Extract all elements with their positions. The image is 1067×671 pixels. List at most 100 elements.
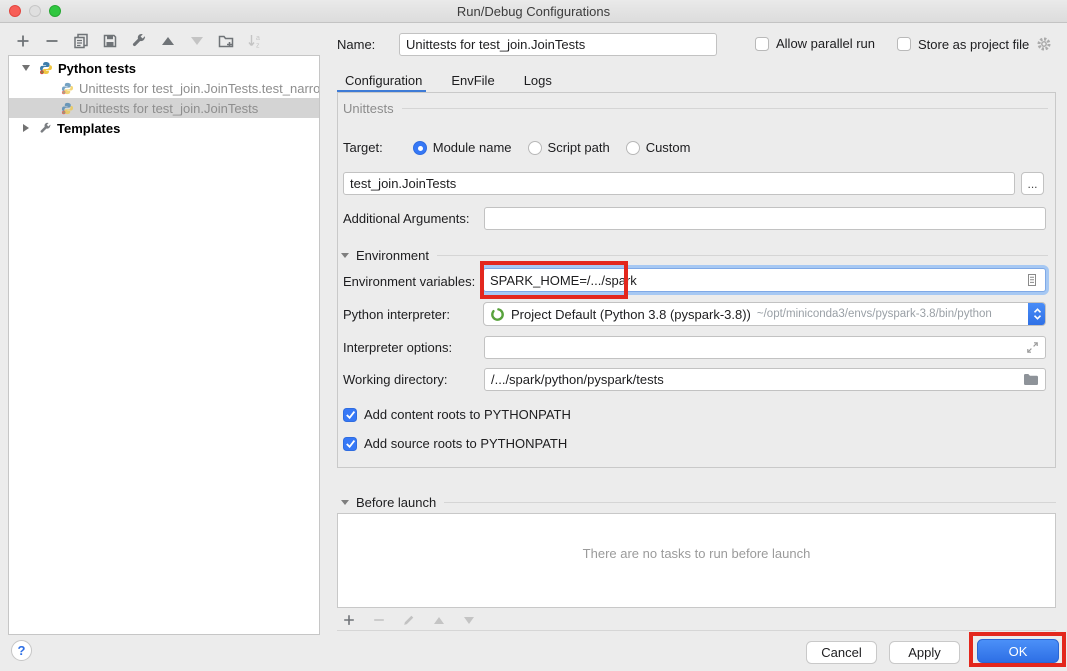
radio-label: Custom [646, 140, 691, 155]
checkbox-checked-icon[interactable] [343, 437, 357, 451]
radio-label: Module name [433, 140, 512, 155]
configurations-toolbar: az [14, 31, 264, 51]
environment-variables-label: Environment variables: [343, 274, 475, 289]
ok-button[interactable]: OK [977, 639, 1059, 663]
allow-parallel-run-checkbox[interactable]: Allow parallel run [755, 36, 875, 51]
module-name-input-text[interactable] [350, 176, 1008, 191]
allow-parallel-run-label: Allow parallel run [776, 36, 875, 51]
add-content-roots-label: Add content roots to PYTHONPATH [364, 407, 571, 422]
env-vars-editor-icon[interactable] [1025, 273, 1039, 287]
add-source-roots-label: Add source roots to PYTHONPATH [364, 436, 567, 451]
python-interpreter-value: Project Default (Python 3.8 (pyspark-3.8… [511, 307, 751, 322]
add-configuration-icon[interactable] [14, 32, 32, 50]
edit-task-icon [400, 611, 418, 629]
close-window-button[interactable] [9, 5, 21, 17]
move-down-icon [188, 32, 206, 50]
before-launch-title: Before launch [356, 495, 436, 510]
python-tests-icon [39, 61, 53, 75]
python-interpreter-label: Python interpreter: [343, 307, 450, 322]
environment-section-header[interactable]: Environment [341, 248, 1048, 263]
gear-icon [1036, 36, 1052, 52]
before-launch-task-list[interactable]: There are no tasks to run before launch [337, 513, 1056, 608]
python-test-config-icon [61, 82, 74, 95]
tab-logs[interactable]: Logs [524, 73, 552, 88]
radio-unselected-icon[interactable] [626, 141, 640, 155]
window-title: Run/Debug Configurations [457, 4, 610, 19]
divider [337, 630, 1056, 631]
checkbox-checked-icon[interactable] [343, 408, 357, 422]
tree-item-python-tests[interactable]: Python tests [9, 58, 319, 78]
interpreter-options-input[interactable] [484, 336, 1046, 359]
copy-configuration-icon[interactable] [72, 32, 90, 50]
python-test-config-icon [61, 102, 74, 115]
svg-text:a: a [256, 35, 260, 42]
titlebar: Run/Debug Configurations [0, 0, 1067, 23]
environment-variables-input[interactable] [483, 268, 1046, 292]
add-task-icon[interactable] [340, 611, 358, 629]
apply-button[interactable]: Apply [889, 641, 960, 664]
environment-variables-input-text[interactable] [490, 273, 1025, 288]
sort-configurations-icon: az [246, 32, 264, 50]
edit-templates-icon[interactable] [130, 32, 148, 50]
radio-unselected-icon[interactable] [528, 141, 542, 155]
add-source-roots-checkbox[interactable]: Add source roots to PYTHONPATH [343, 436, 567, 451]
radio-selected-icon[interactable] [413, 141, 427, 155]
additional-arguments-input[interactable] [484, 207, 1046, 230]
tree-item-unittest-narrow[interactable]: Unittests for test_join.JoinTests.test_n… [9, 78, 319, 98]
checkbox-unchecked-icon[interactable] [755, 37, 769, 51]
radio-script-path[interactable]: Script path [528, 140, 610, 155]
svg-text:z: z [256, 43, 260, 50]
folder-icon[interactable] [1023, 373, 1039, 386]
target-row: Target: Module name Script path Custom [343, 140, 706, 155]
minimize-window-button [29, 5, 41, 17]
tree-item-templates[interactable]: Templates [9, 118, 319, 138]
before-launch-empty-text: There are no tasks to run before launch [338, 546, 1055, 561]
conda-environment-icon [490, 307, 505, 322]
add-content-roots-checkbox[interactable]: Add content roots to PYTHONPATH [343, 407, 571, 422]
additional-arguments-input-text[interactable] [491, 211, 1039, 226]
working-directory-label: Working directory: [343, 372, 448, 387]
divider [437, 255, 1048, 256]
remove-configuration-icon[interactable] [43, 32, 61, 50]
interpreter-options-input-text[interactable] [491, 340, 1026, 355]
radio-custom[interactable]: Custom [626, 140, 691, 155]
python-interpreter-path: ~/opt/miniconda3/envs/pyspark-3.8/bin/py… [757, 308, 992, 320]
tree-item-unittest-jointests[interactable]: Unittests for test_join.JoinTests [9, 98, 319, 118]
divider [402, 108, 1048, 109]
before-launch-header[interactable]: Before launch [341, 495, 1056, 510]
chevron-expanded-icon[interactable] [22, 65, 30, 71]
radio-module-name[interactable]: Module name [413, 140, 512, 155]
store-as-project-file-label: Store as project file [918, 37, 1029, 52]
move-task-up-icon [430, 611, 448, 629]
unittests-group-header: Unittests [343, 101, 1048, 116]
move-up-icon[interactable] [159, 32, 177, 50]
divider [444, 502, 1056, 503]
cancel-button[interactable]: Cancel [806, 641, 877, 664]
browse-button[interactable]: ... [1021, 172, 1044, 195]
radio-label: Script path [548, 140, 610, 155]
working-directory-input[interactable] [484, 368, 1046, 391]
run-debug-configurations-dialog: Run/Debug Configurations az Python tests [0, 0, 1067, 671]
checkbox-unchecked-icon[interactable] [897, 37, 911, 51]
name-input-text[interactable] [406, 37, 710, 52]
help-button[interactable]: ? [11, 640, 32, 661]
configurations-tree: Python tests Unittests for test_join.Joi… [8, 55, 320, 635]
store-as-project-file-checkbox[interactable]: Store as project file [897, 36, 1052, 52]
python-interpreter-dropdown[interactable]: Project Default (Python 3.8 (pyspark-3.8… [483, 302, 1046, 326]
tree-item-label: Python tests [58, 61, 136, 76]
name-input[interactable] [399, 33, 717, 56]
new-folder-icon[interactable] [217, 32, 235, 50]
dropdown-stepper-icon[interactable] [1028, 302, 1046, 326]
tab-bar: Configuration EnvFile Logs [345, 68, 552, 92]
working-directory-input-text[interactable] [491, 372, 1023, 387]
chevron-collapsed-icon[interactable] [23, 124, 29, 132]
tree-item-label: Unittests for test_join.JoinTests.test_n… [79, 81, 319, 96]
section-collapse-icon[interactable] [341, 253, 349, 258]
save-configuration-icon[interactable] [101, 32, 119, 50]
expand-field-icon[interactable] [1026, 341, 1039, 354]
module-name-input[interactable] [343, 172, 1015, 195]
section-collapse-icon[interactable] [341, 500, 349, 505]
tab-envfile[interactable]: EnvFile [451, 73, 494, 88]
tab-configuration[interactable]: Configuration [345, 73, 422, 88]
zoom-window-button[interactable] [49, 5, 61, 17]
